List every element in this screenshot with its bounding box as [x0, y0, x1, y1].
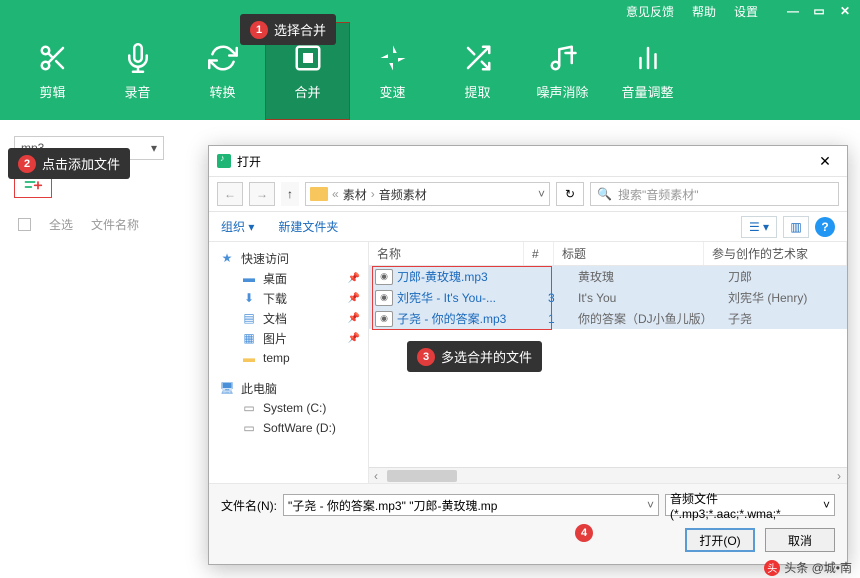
column-number[interactable]: #	[524, 242, 554, 265]
nav-back-button[interactable]: ←	[217, 182, 243, 206]
column-title[interactable]: 标题	[554, 242, 704, 265]
horizontal-scrollbar[interactable]: ‹ ›	[369, 467, 847, 483]
view-mode-button[interactable]: ☰ ▾	[741, 216, 777, 238]
tree-quick-access[interactable]: ★快速访问	[213, 248, 364, 268]
dialog-open-button[interactable]: 打开(O)	[685, 528, 755, 552]
merge-icon	[292, 42, 324, 74]
tree-this-pc[interactable]: 🖥此电脑	[213, 378, 364, 398]
feedback-link[interactable]: 意见反馈	[626, 3, 674, 20]
tool-noise[interactable]: 噪声消除	[520, 22, 605, 120]
refresh-icon	[207, 42, 239, 74]
minimize-button[interactable]: —	[786, 4, 800, 18]
callout-select-merge: 1 选择合并	[240, 14, 336, 45]
tree-pictures[interactable]: ▦图片📌	[213, 328, 364, 348]
column-name[interactable]: 名称	[369, 242, 524, 265]
noise-icon	[547, 42, 579, 74]
search-icon: 🔍	[597, 187, 612, 201]
close-window-button[interactable]: ✕	[838, 4, 852, 18]
file-row[interactable]: ◉ 刘宪华 - It's You-...3It's You刘宪华 (Henry)	[369, 287, 847, 308]
callout-multi-select: 3 多选合并的文件	[407, 341, 542, 372]
folder-icon	[310, 187, 328, 201]
search-input[interactable]: 🔍 搜索"音频素材"	[590, 182, 839, 206]
callout-click-add: 2 点击添加文件	[8, 148, 130, 179]
tree-temp[interactable]: ▬temp	[213, 348, 364, 368]
help-link[interactable]: 帮助	[692, 3, 716, 20]
tree-drive-c[interactable]: ▭System (C:)	[213, 398, 364, 418]
settings-link[interactable]: 设置	[734, 3, 758, 20]
shuffle-icon	[462, 42, 494, 74]
mic-icon	[122, 42, 154, 74]
organize-menu[interactable]: 组织 ▾	[221, 218, 254, 235]
column-artist[interactable]: 参与创作的艺术家	[704, 242, 847, 265]
speed-icon	[377, 42, 409, 74]
callout-open-badge: 4	[575, 524, 593, 542]
volume-icon	[632, 42, 664, 74]
filename-input[interactable]: "子尧 - 你的答案.mp3" "刀郎-黄玫瑰.mp˅	[283, 494, 659, 516]
select-all-checkbox[interactable]	[18, 218, 31, 231]
filetype-select[interactable]: 音频文件(*.mp3;*.aac;*.wma;*˅	[665, 494, 835, 516]
breadcrumb[interactable]: « 素材 › 音频素材 ˅	[305, 182, 550, 206]
maximize-button[interactable]: ▭	[812, 4, 826, 18]
preview-pane-button[interactable]: ▥	[783, 216, 809, 238]
watermark: 头 头条 @城•南	[764, 559, 852, 576]
filename-column: 文件名称	[91, 216, 139, 233]
open-file-dialog: 打开 ✕ ← → ↑ « 素材 › 音频素材 ˅ ↻ 🔍 搜索"音频素材" 组织…	[208, 145, 848, 565]
tree-downloads[interactable]: ⬇下载📌	[213, 288, 364, 308]
tool-record[interactable]: 录音	[95, 22, 180, 120]
nav-up-button[interactable]: ↑	[281, 182, 299, 206]
new-folder-button[interactable]: 新建文件夹	[278, 218, 338, 235]
tool-speed[interactable]: 变速	[350, 22, 435, 120]
filename-label: 文件名(N):	[221, 497, 277, 514]
tool-extract[interactable]: 提取	[435, 22, 520, 120]
dialog-title: 打开	[237, 153, 261, 170]
help-button[interactable]: ?	[815, 217, 835, 237]
dialog-cancel-button[interactable]: 取消	[765, 528, 835, 552]
select-all-label: 全选	[49, 216, 73, 233]
audio-file-icon: ◉	[375, 269, 393, 285]
nav-forward-button[interactable]: →	[249, 182, 275, 206]
audio-file-icon: ◉	[375, 311, 393, 327]
file-row[interactable]: ◉ 子尧 - 你的答案.mp31你的答案（DJ小鱼儿版）子尧	[369, 308, 847, 329]
tool-volume[interactable]: 音量调整	[605, 22, 690, 120]
navigation-tree: ★快速访问 ▬桌面📌 ⬇下载📌 ▤文档📌 ▦图片📌 ▬temp 🖥此电脑 ▭Sy…	[209, 242, 369, 483]
tool-edit[interactable]: 剪辑	[10, 22, 95, 120]
refresh-button[interactable]: ↻	[556, 182, 584, 206]
audio-file-icon: ◉	[375, 290, 393, 306]
file-row[interactable]: ◉ 刀郎-黄玫瑰.mp3黄玫瑰刀郎	[369, 266, 847, 287]
scissors-icon	[37, 42, 69, 74]
dialog-close-button[interactable]: ✕	[811, 153, 839, 170]
dialog-app-icon	[217, 154, 231, 168]
tree-drive-d[interactable]: ▭SoftWare (D:)	[213, 418, 364, 438]
tree-desktop[interactable]: ▬桌面📌	[213, 268, 364, 288]
tree-documents[interactable]: ▤文档📌	[213, 308, 364, 328]
